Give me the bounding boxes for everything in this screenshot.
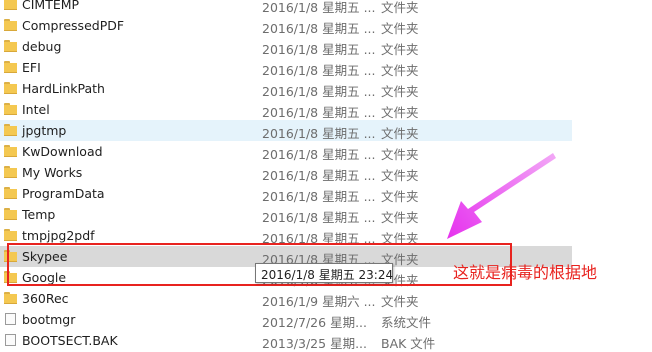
annotation-label: 这就是病毒的根据地 — [453, 263, 598, 282]
annotation-arrow-shape — [447, 153, 556, 239]
annotation-arrow — [447, 153, 556, 239]
date-tooltip: 2016/1/8 星期五 23:24 — [255, 263, 393, 283]
